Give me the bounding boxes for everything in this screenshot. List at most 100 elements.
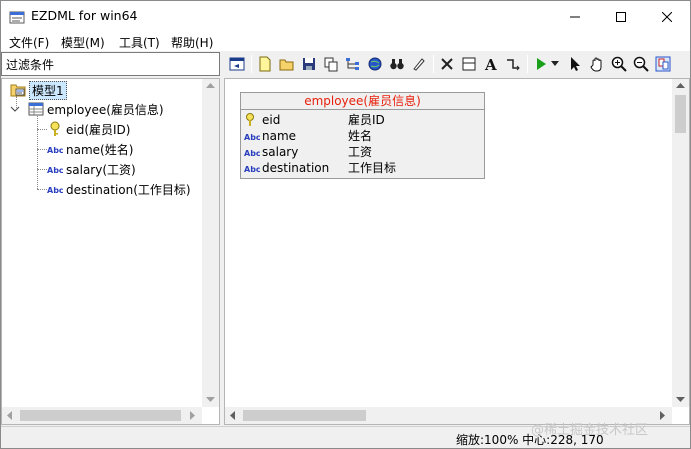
menu-tools[interactable]: 工具(T) xyxy=(119,34,160,51)
menu-bar: 文件(F) 模型(M) 工具(T) 帮助(H) xyxy=(1,32,690,51)
add-link-button[interactable] xyxy=(503,54,523,74)
select-tool-button[interactable] xyxy=(565,54,585,74)
svg-text:Abc: Abc xyxy=(47,146,63,155)
play-icon xyxy=(537,58,546,70)
svg-text:Abc: Abc xyxy=(47,186,63,195)
menu-model[interactable]: 模型(M) xyxy=(61,34,105,51)
save-as-button[interactable] xyxy=(321,54,341,74)
pencil-icon xyxy=(413,58,425,71)
delete-x-icon xyxy=(441,58,453,70)
svg-text:Abc: Abc xyxy=(244,149,260,158)
canvas-vscroll-thumb[interactable] xyxy=(675,95,686,133)
scroll-right-icon[interactable] xyxy=(190,411,196,420)
entity-field-name: name xyxy=(262,129,297,143)
zoom-in-icon xyxy=(611,56,627,72)
save-button[interactable] xyxy=(299,54,319,74)
tree-field-node[interactable]: Abc name(姓名) xyxy=(47,140,133,158)
zoom-in-button[interactable] xyxy=(609,54,629,74)
maximize-button[interactable] xyxy=(598,1,644,32)
text-a-icon: A xyxy=(484,56,497,72)
tree-vertical-scrollbar[interactable] xyxy=(202,79,219,407)
minimize-icon xyxy=(570,16,580,17)
diagram-canvas[interactable]: employee(雇员信息) eid 雇员ID Abc name 姓名 Abc … xyxy=(224,78,690,425)
tree-field-node[interactable]: Abc salary(工资) xyxy=(47,160,136,178)
export-button[interactable] xyxy=(365,54,385,74)
tree-hscroll-thumb[interactable] xyxy=(20,410,181,421)
scroll-up-icon[interactable] xyxy=(676,83,685,89)
toggle-tree-button[interactable] xyxy=(227,54,247,74)
tree-field-node[interactable]: Abc destination(工作目标) xyxy=(47,180,191,198)
tree-field-node[interactable]: eid(雇员ID) xyxy=(47,120,130,138)
run-dropdown-button[interactable] xyxy=(549,54,561,74)
scroll-right-icon[interactable] xyxy=(660,411,666,420)
svg-text:A: A xyxy=(484,56,497,72)
entity-field-cn: 工资 xyxy=(348,145,373,159)
tree-table-node[interactable]: employee(雇员信息) xyxy=(10,100,164,118)
save-icon xyxy=(303,58,315,70)
entity-field-cn: 工作目标 xyxy=(348,161,397,175)
model-tree[interactable]: 模型1 employee(雇员信息) eid(雇员ID) Abc name(姓名… xyxy=(1,78,220,425)
canvas-vertical-scrollbar[interactable] xyxy=(672,79,689,407)
menu-help[interactable]: 帮助(H) xyxy=(171,34,213,51)
fit-view-icon xyxy=(655,56,671,72)
tree-field-label: eid(雇员ID) xyxy=(66,122,131,137)
open-folder-icon xyxy=(279,59,294,71)
abc-icon: Abc xyxy=(47,146,63,155)
close-button[interactable] xyxy=(644,1,690,32)
dropdown-arrow-icon xyxy=(551,61,559,66)
fit-view-button[interactable] xyxy=(653,54,673,74)
svg-text:Abc: Abc xyxy=(244,133,260,142)
close-icon xyxy=(662,11,672,22)
minimize-button[interactable] xyxy=(552,1,598,32)
scroll-down-icon[interactable] xyxy=(206,397,215,403)
entity-field-row[interactable]: Abc name xyxy=(244,128,296,144)
cursor-icon xyxy=(571,57,580,71)
add-text-button[interactable]: A xyxy=(481,54,501,74)
entity-field-row[interactable]: eid xyxy=(244,112,280,128)
edit-button[interactable] xyxy=(409,54,429,74)
entity-table-box[interactable]: employee(雇员信息) eid 雇员ID Abc name 姓名 Abc … xyxy=(240,92,485,179)
tree-root-label: 模型1 xyxy=(29,80,67,100)
find-button[interactable] xyxy=(387,54,407,74)
abc-icon: Abc xyxy=(244,149,260,158)
menu-file[interactable]: 文件(F) xyxy=(9,34,49,51)
open-button[interactable] xyxy=(277,54,297,74)
maximize-icon xyxy=(616,11,626,22)
arrange-button[interactable] xyxy=(343,54,363,74)
scroll-left-icon[interactable] xyxy=(230,411,236,420)
watermark: @稀土掘金技术社区 xyxy=(531,423,649,438)
add-table-button[interactable] xyxy=(459,54,479,74)
new-file-icon xyxy=(259,56,271,72)
run-button[interactable] xyxy=(531,54,551,74)
scroll-up-icon[interactable] xyxy=(206,83,215,89)
title-bar: EZDML for win64 xyxy=(1,1,690,32)
model-folder-icon xyxy=(10,84,26,97)
entity-field-row[interactable]: Abc salary xyxy=(244,144,298,160)
abc-icon: Abc xyxy=(47,166,63,175)
delete-button[interactable] xyxy=(437,54,457,74)
panel-toggle-icon xyxy=(229,57,245,71)
diagram-toolbar: A xyxy=(224,52,690,76)
binoculars-icon xyxy=(390,59,404,70)
entity-field-name: eid xyxy=(262,113,281,127)
entity-title: employee(雇员信息) xyxy=(241,93,484,110)
canvas-hscroll-thumb[interactable] xyxy=(243,410,366,421)
table-frame-icon xyxy=(462,57,476,71)
key-icon xyxy=(50,121,60,136)
pan-tool-button[interactable] xyxy=(587,54,607,74)
abc-icon: Abc xyxy=(244,133,260,142)
entity-field-row[interactable]: Abc destination xyxy=(244,160,329,176)
entity-field-cn: 姓名 xyxy=(348,129,373,143)
hand-icon xyxy=(590,57,602,72)
globe-icon xyxy=(368,57,382,71)
copy-icon xyxy=(324,57,338,72)
filter-input[interactable]: 过滤条件 xyxy=(1,52,220,76)
scroll-left-icon[interactable] xyxy=(7,411,13,420)
tree-horizontal-scrollbar[interactable] xyxy=(2,407,202,424)
tree-root-node[interactable]: 模型1 xyxy=(10,80,67,100)
svg-text:Abc: Abc xyxy=(244,165,260,174)
scroll-down-icon[interactable] xyxy=(676,397,685,403)
new-button[interactable] xyxy=(255,54,275,74)
zoom-out-button[interactable] xyxy=(631,54,651,74)
collapse-chevron-icon[interactable] xyxy=(10,104,20,114)
